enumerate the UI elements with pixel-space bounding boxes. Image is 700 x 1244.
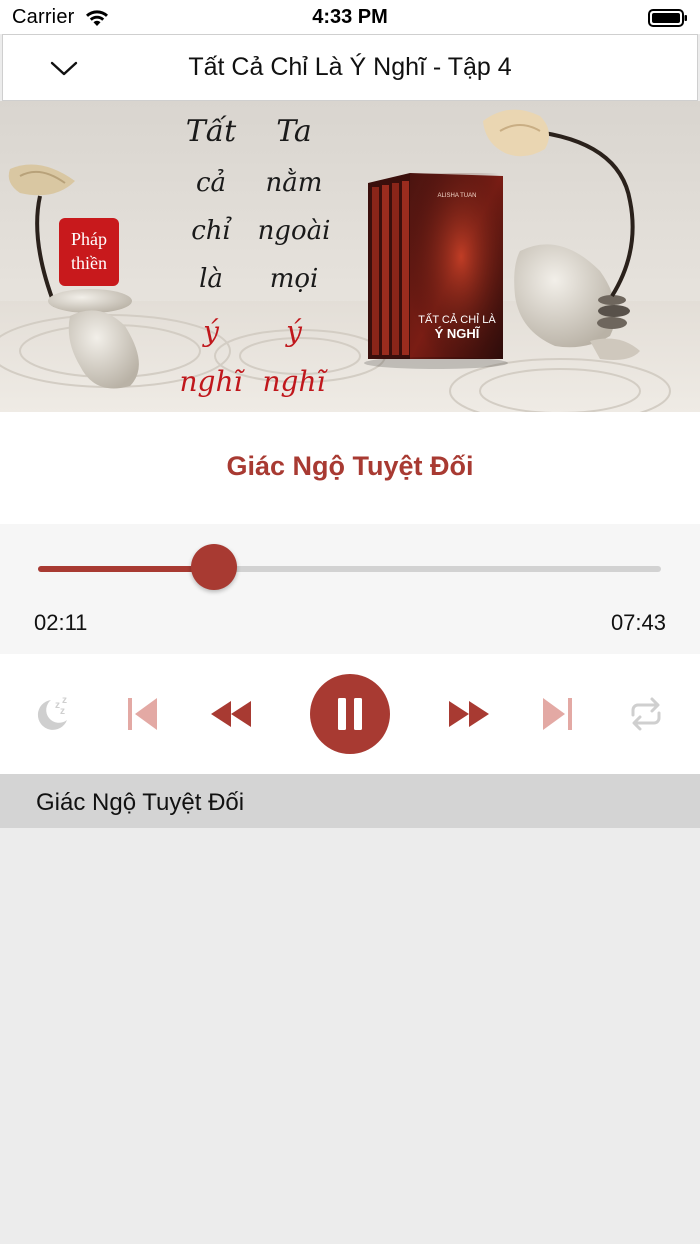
sleep-timer-icon[interactable]: z z z [28,654,78,774]
calligraphy-left-2: cả [196,168,226,198]
book-title-1: TẤT CẢ CHỈ LÀ [418,313,496,326]
svg-text:z: z [62,695,67,706]
total-duration: 07:43 [610,610,666,635]
calligraphy-left-3: chỉ [191,216,232,246]
clock: 4:33 PM [312,6,388,28]
status-bar: Carrier 4:33 PM [0,0,700,34]
progress-slider[interactable] [38,566,661,572]
progress-thumb[interactable] [191,544,238,590]
calligraphy-right-3: ngoài [258,216,331,246]
playlist-item[interactable]: Giác Ngộ Tuyệt Đối [0,774,700,828]
book-author: ALISHA TUAN [438,193,477,199]
progress-fill [38,566,215,572]
elapsed-time: 02:11 [34,610,88,635]
skip-previous-icon[interactable] [120,654,164,774]
calligraphy-left-6: nghĩ [180,365,246,398]
playlist-item-label: Giác Ngộ Tuyệt Đối [36,789,245,816]
book-title-2: Ý NGHĨ [435,326,481,341]
svg-text:z: z [60,706,65,717]
pause-icon [338,698,362,730]
fast-forward-icon[interactable] [444,654,494,774]
repeat-icon[interactable] [622,654,670,774]
nav-bar: Tất Cả Chỉ Là Ý Nghĩ - Tập 4 [2,34,698,101]
progress-section: 02:11 07:43 [0,524,700,654]
album-artwork: Pháp thiền Tất cả chỉ là ý nghĩ Ta nằm n… [0,101,700,412]
calligraphy-right-4: mọi [270,264,319,294]
calligraphy-right-2: nằm [266,167,323,198]
calligraphy-right-1: Ta [276,114,312,149]
badge-line-1: Pháp [71,229,107,249]
calligraphy-right-6: nghĩ [263,365,329,398]
pause-button[interactable] [310,674,390,754]
playback-controls: z z z [0,654,700,774]
rewind-icon[interactable] [206,654,256,774]
nav-title: Tất Cả Chỉ Là Ý Nghĩ - Tập 4 [188,53,512,81]
battery-icon [648,8,688,33]
playlist-empty-area [0,828,700,1244]
badge-line-2: thiền [71,253,107,273]
calligraphy-right-5: ý [284,315,303,348]
calligraphy-left-5: ý [201,315,220,348]
calligraphy-left-4: là [199,264,223,294]
track-title-section: Giác Ngộ Tuyệt Đối [0,412,700,524]
track-title: Giác Ngộ Tuyệt Đối [226,451,474,481]
book-box-set: ALISHA TUAN TẤT CẢ CHỈ LÀ Ý NGHĨ [364,173,508,369]
calligraphy-left-1: Tất [186,114,237,149]
skip-next-icon[interactable] [536,654,580,774]
